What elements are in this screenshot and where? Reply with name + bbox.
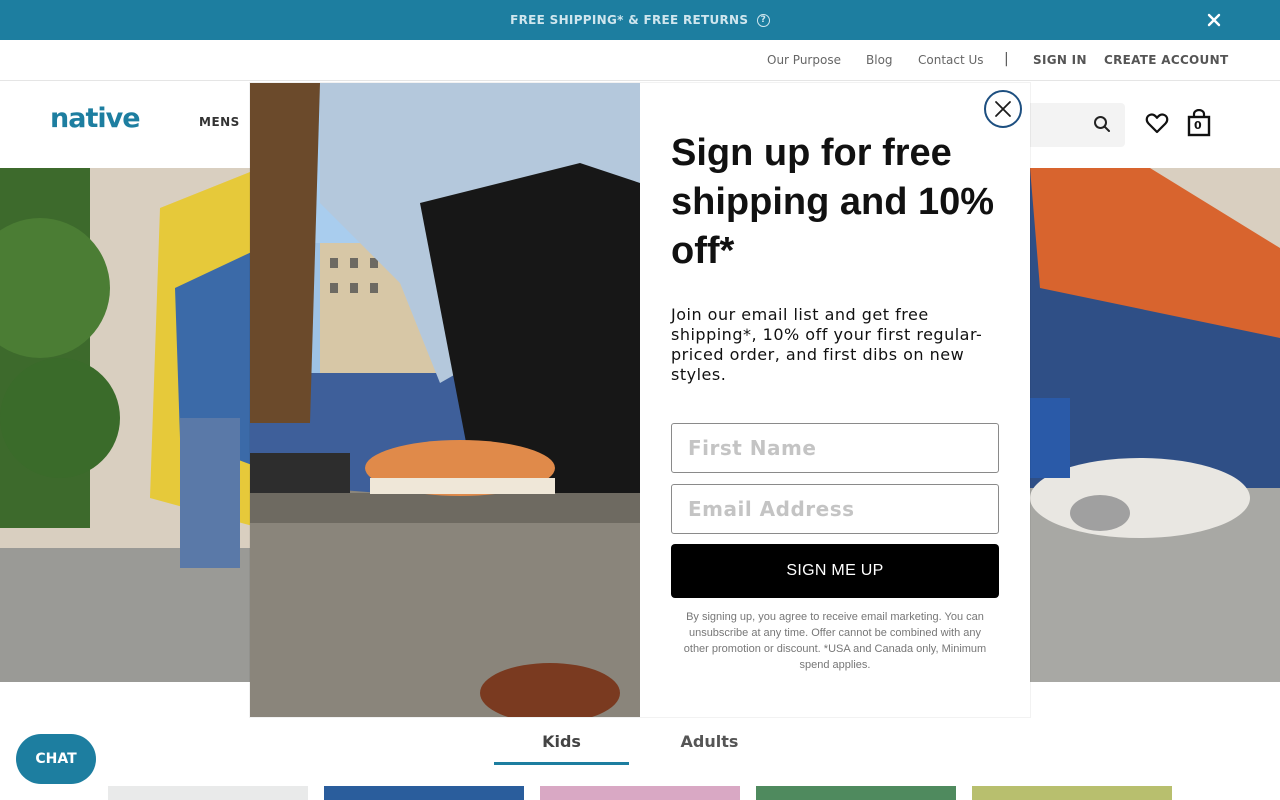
utility-nav: Our Purpose Blog Contact Us | SIGN IN CR…: [0, 40, 1280, 81]
product-tile[interactable]: [972, 786, 1172, 800]
modal-subtext: Join our email list and get free shippin…: [671, 305, 983, 384]
nav-mens[interactable]: MENS: [199, 115, 240, 129]
tab-adults[interactable]: Adults: [642, 732, 777, 751]
email-field[interactable]: [671, 484, 999, 534]
modal-photo: [250, 83, 640, 717]
tab-kids[interactable]: Kids: [494, 732, 629, 751]
active-tab-indicator: [494, 762, 629, 765]
product-tile[interactable]: [756, 786, 956, 800]
first-name-field[interactable]: [671, 423, 999, 473]
search-icon[interactable]: [1092, 114, 1112, 134]
sign-me-up-button[interactable]: SIGN ME UP: [671, 544, 999, 598]
heart-icon[interactable]: [1145, 111, 1169, 135]
close-circle-icon: [995, 101, 1011, 117]
signup-modal: Sign up for free shipping and 10% off* J…: [250, 83, 1030, 717]
modal-close-button[interactable]: [984, 90, 1022, 128]
product-tile[interactable]: [324, 786, 524, 800]
promo-label[interactable]: FREE SHIPPING* & FREE RETURNS: [510, 13, 748, 27]
chat-button[interactable]: CHAT: [16, 734, 96, 784]
modal-body: Sign up for free shipping and 10% off* J…: [640, 83, 1030, 717]
help-icon[interactable]: ?: [756, 14, 770, 27]
sign-in-link[interactable]: SIGN IN: [1033, 53, 1087, 67]
product-tile[interactable]: [108, 786, 308, 800]
modal-headline: Sign up for free shipping and 10% off*: [671, 132, 995, 272]
bag-count: 0: [1194, 119, 1202, 132]
promo-text[interactable]: FREE SHIPPING* & FREE RETURNS ?: [510, 13, 770, 27]
our-purpose-link[interactable]: Our Purpose: [767, 53, 841, 67]
modal-illustration: [250, 83, 640, 717]
create-account-link[interactable]: CREATE ACCOUNT: [1104, 53, 1228, 67]
blog-link[interactable]: Blog: [866, 53, 893, 67]
native-logo[interactable]: native: [50, 103, 141, 134]
promo-banner: FREE SHIPPING* & FREE RETURNS ?: [0, 0, 1280, 40]
contact-us-link[interactable]: Contact Us: [918, 53, 984, 67]
nav-separator: |: [1004, 51, 1009, 67]
product-tile[interactable]: [540, 786, 740, 800]
fine-print: By signing up, you agree to receive emai…: [683, 611, 987, 671]
close-icon[interactable]: [1204, 10, 1224, 30]
